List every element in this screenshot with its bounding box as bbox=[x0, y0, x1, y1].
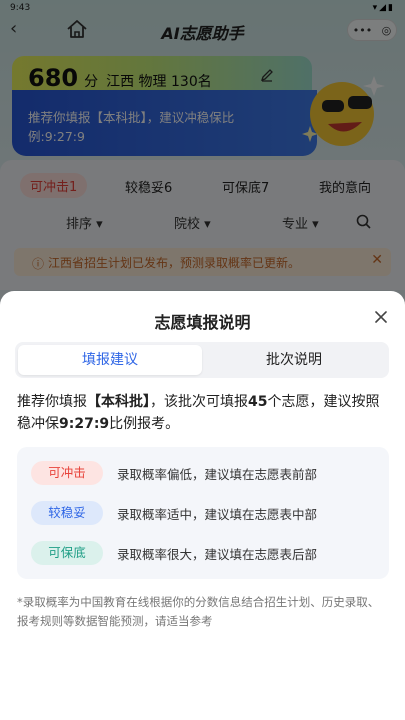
advice-description: 推荐你填报【本科批】，该批次可填报45个志愿，建议按照稳冲保9:27:9比例报考… bbox=[17, 391, 389, 435]
badge-chong: 可冲击 bbox=[31, 461, 103, 485]
legend-item-wen: 较稳妥 录取概率适中，建议填在志愿表中部 bbox=[31, 501, 317, 525]
close-icon[interactable] bbox=[373, 309, 389, 325]
desc-count: 45 bbox=[248, 394, 268, 410]
legend-item-bao: 可保底 录取概率很大，建议填在志愿表后部 bbox=[31, 541, 317, 565]
desc-batch: 【本科批】 bbox=[87, 394, 150, 410]
tab-batch-info[interactable]: 批次说明 bbox=[202, 345, 386, 375]
segmented-tabs: 填报建议 批次说明 bbox=[15, 342, 389, 378]
desc-mid: ，该批次可填报 bbox=[150, 394, 248, 410]
legend-text-wen: 录取概率适中，建议填在志愿表中部 bbox=[117, 506, 318, 522]
desc-prefix: 推荐你填报 bbox=[17, 394, 87, 410]
badge-bao: 可保底 bbox=[31, 541, 103, 565]
footnote: *录取概率为中国教育在线根据你的分数信息结合招生计划、历史录取、报考规则等数据智… bbox=[17, 595, 380, 628]
legend-text-chong: 录取概率偏低，建议填在志愿表前部 bbox=[117, 466, 318, 482]
instruction-sheet: 志愿填报说明 填报建议 批次说明 推荐你填报【本科批】，该批次可填报45个志愿，… bbox=[0, 291, 405, 720]
tab-fill-advice[interactable]: 填报建议 bbox=[18, 345, 202, 375]
badge-wen: 较稳妥 bbox=[31, 501, 103, 525]
probability-legend: 可冲击 录取概率偏低，建议填在志愿表前部 较稳妥 录取概率适中，建议填在志愿表中… bbox=[17, 447, 389, 579]
sheet-title: 志愿填报说明 bbox=[154, 313, 251, 332]
desc-ratio: 9:27:9 bbox=[59, 416, 110, 432]
desc-end: 比例报考。 bbox=[109, 416, 180, 432]
legend-text-bao: 录取概率很大，建议填在志愿表后部 bbox=[117, 546, 318, 562]
legend-item-chong: 可冲击 录取概率偏低，建议填在志愿表前部 bbox=[31, 461, 317, 485]
